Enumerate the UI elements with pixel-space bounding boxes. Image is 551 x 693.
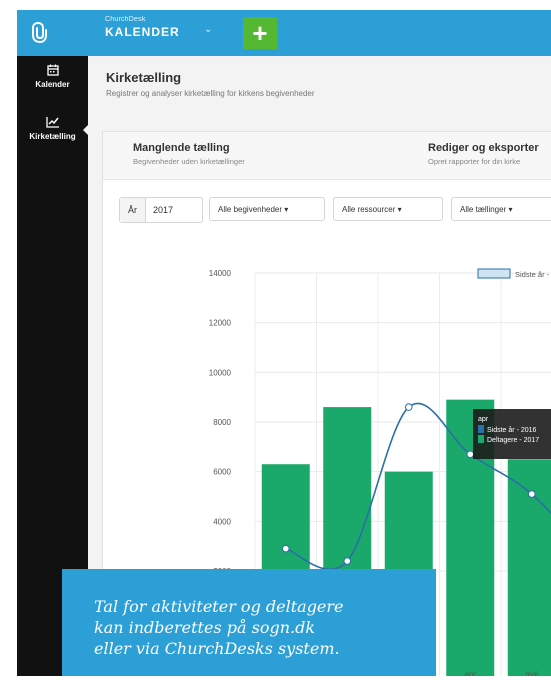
app-name: KALENDER — [105, 25, 180, 39]
churchdesk-logo-icon[interactable] — [17, 10, 62, 56]
tooltip-line-participants: Deltagere - 2017 — [487, 437, 539, 444]
chart-tooltip: apr Sidste år - 2016 Deltagere - 2017 — [473, 409, 551, 459]
top-bar: ChurchDesk KALENDER ⌄ + — [17, 10, 551, 56]
tooltip-swatch-last-year — [478, 425, 484, 433]
point-apr — [466, 450, 475, 459]
x-tick-label: maj — [525, 670, 538, 676]
chevron-down-icon[interactable]: ⌄ — [204, 24, 212, 35]
y-tick-label: 4000 — [213, 517, 231, 526]
y-tick-label: 12000 — [209, 319, 232, 328]
page-title: Kirketælling — [106, 70, 182, 85]
y-tick-label: 10000 — [209, 368, 232, 377]
line-chart-icon — [45, 117, 59, 128]
caption-line: Tal for aktiviteter og deltagere — [94, 597, 344, 616]
y-tick-label: 14000 — [209, 269, 232, 278]
brand-small-text: ChurchDesk — [105, 16, 146, 23]
caption-line: eller via ChurchDesks system. — [94, 639, 340, 658]
legend-swatch-last-year — [477, 268, 511, 279]
sidebar-item-label: Kirketælling — [29, 132, 76, 141]
y-tick-label: 8000 — [213, 418, 231, 427]
tooltip-line-last-year: Sidste år - 2016 — [487, 426, 537, 434]
point-jan — [281, 544, 290, 553]
point-maj — [527, 490, 536, 498]
caption-box: Tal for aktiviteter og deltagere kan ind… — [62, 569, 436, 676]
point-mar — [404, 403, 413, 411]
caption-line: kan indberettes på sogn.dk — [94, 618, 316, 637]
x-tick-label: apr — [464, 670, 476, 676]
app-switcher[interactable]: ChurchDesk KALENDER — [105, 16, 180, 39]
y-tick-label: 6000 — [213, 468, 231, 477]
sidebar-item-kalender[interactable]: Kalender — [17, 56, 88, 104]
sidebar-item-label: Kalender — [35, 80, 70, 89]
legend-label-last-year: Sidste år - — [515, 270, 550, 279]
chart-legend[interactable]: Sidste år - — [477, 268, 550, 279]
tooltip-swatch-participants — [478, 435, 484, 443]
tooltip-month: apr — [478, 416, 489, 423]
sidebar-item-kirketaelling[interactable]: Kirketælling — [17, 108, 89, 156]
calendar-icon — [46, 64, 59, 76]
point-feb — [343, 557, 352, 565]
page-subtitle: Registrer og analyser kirketælling for k… — [106, 89, 315, 98]
add-button[interactable]: + — [243, 17, 277, 49]
